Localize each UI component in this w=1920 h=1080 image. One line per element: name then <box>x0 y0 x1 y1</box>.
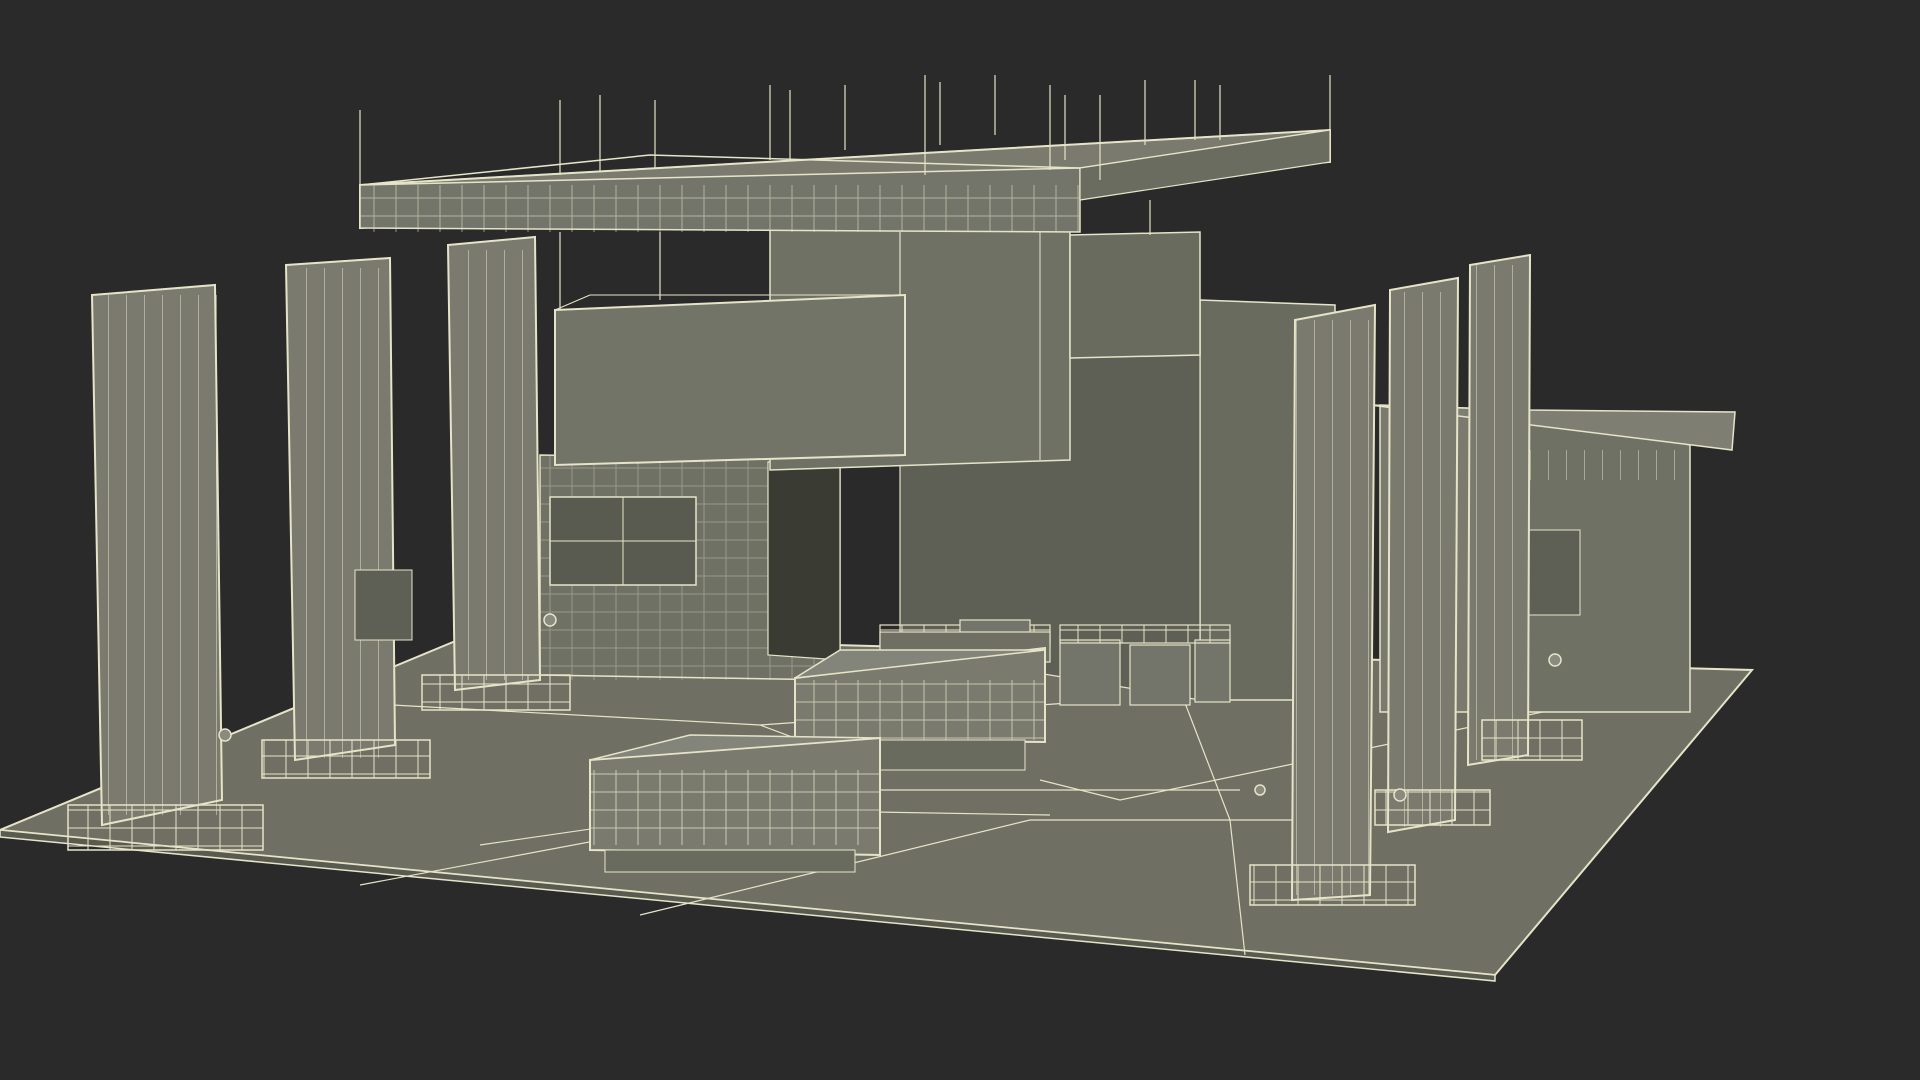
spotlight-icon <box>1548 653 1562 667</box>
render-viewport <box>0 0 1920 1080</box>
exhibition-stand-render <box>0 75 1755 982</box>
hanging-box-left <box>554 293 906 467</box>
crate <box>1129 644 1191 706</box>
right-booth-screen <box>1524 529 1581 616</box>
spotlight-icon <box>1254 784 1266 796</box>
info-counter <box>589 734 881 873</box>
crate <box>1059 639 1121 706</box>
spotlight-icon <box>218 728 232 742</box>
spotlight-icon <box>1393 788 1407 802</box>
left-booth-block <box>539 454 841 681</box>
crate <box>1194 639 1231 703</box>
pillar-2-screen <box>354 569 413 641</box>
booth-doorway <box>767 461 841 661</box>
spotlight-icon <box>543 613 557 627</box>
